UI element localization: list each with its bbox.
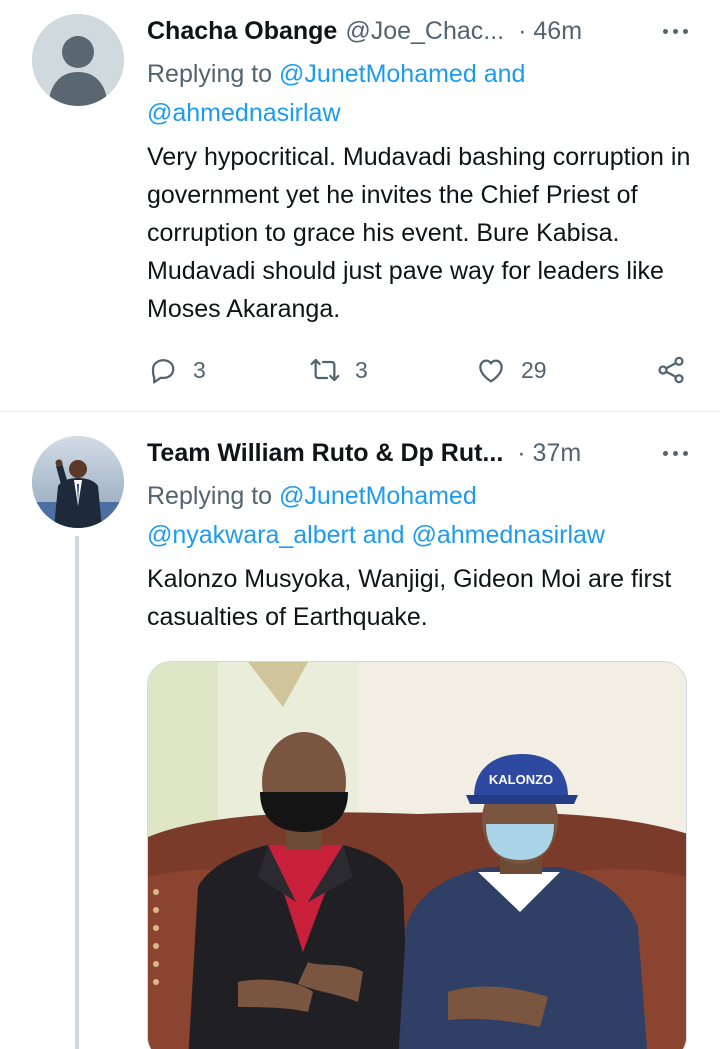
profile-photo (32, 436, 124, 528)
mention-joiner: and (476, 60, 526, 88)
mention-link[interactable]: @nyakwara_albert (147, 521, 356, 549)
retweet-button[interactable]: 3 (309, 350, 368, 390)
tweet-actions: 3 3 29 (147, 350, 692, 390)
like-count: 29 (521, 356, 547, 383)
author-handle[interactable]: @Joe_Chac... (345, 17, 504, 46)
author-name[interactable]: Team William Ruto & Dp Rut... (147, 439, 503, 468)
share-icon (658, 356, 684, 384)
timestamp[interactable]: · 46m (518, 17, 582, 46)
cap-logo-text: KALONZO (489, 772, 553, 787)
avatar[interactable] (32, 436, 124, 528)
tweet-text: Kalonzo Musyoka, Wanjigi, Gideon Moi are… (147, 565, 672, 631)
replying-to: Replying to @JunetMohamed @nyakwara_albe… (147, 477, 707, 555)
mention-link[interactable]: @JunetMohamed (279, 482, 477, 510)
more-icon[interactable] (663, 14, 688, 48)
tweet-text: Very hypocritical. Mudavadi bashing corr… (147, 143, 691, 323)
default-avatar-icon (32, 14, 124, 106)
like-button[interactable]: 29 (475, 350, 547, 390)
replying-to-label: Replying to (147, 482, 280, 510)
share-button[interactable] (655, 350, 687, 390)
more-icon[interactable] (663, 436, 688, 470)
replying-to: Replying to @JunetMohamed and @ahmednasi… (147, 55, 707, 133)
thread-line (75, 536, 79, 1049)
tweet-header: Team William Ruto & Dp Rut... · 37m (147, 436, 700, 470)
retweet-icon (310, 358, 340, 382)
tweet-divider (0, 411, 720, 412)
avatar[interactable] (32, 14, 124, 106)
mention-link[interactable]: @JunetMohamed (279, 60, 477, 88)
mention-link[interactable]: @ahmednasirlaw (411, 521, 605, 549)
tweet-header: Chacha Obange @Joe_Chac... · 46m (147, 14, 700, 48)
retweet-count: 3 (355, 356, 368, 383)
reply-button[interactable]: 3 (147, 350, 206, 390)
tweet-photo[interactable]: KALONZO (147, 661, 687, 1049)
like-icon (479, 359, 503, 383)
tweet-chacha-obange[interactable]: Chacha Obange @Joe_Chac... · 46m Replyin… (0, 0, 720, 412)
photo-illustration: KALONZO (148, 662, 686, 1049)
replying-to-label: Replying to (147, 60, 280, 88)
tweet-team-william-ruto[interactable]: Team William Ruto & Dp Rut... · 37m Repl… (0, 414, 720, 1049)
mention-joiner: and (355, 521, 412, 549)
timestamp[interactable]: · 37m (517, 439, 581, 468)
mention-link[interactable]: @ahmednasirlaw (147, 99, 341, 127)
reply-count: 3 (193, 356, 206, 383)
author-name[interactable]: Chacha Obange (147, 17, 337, 46)
reply-icon (151, 359, 175, 384)
